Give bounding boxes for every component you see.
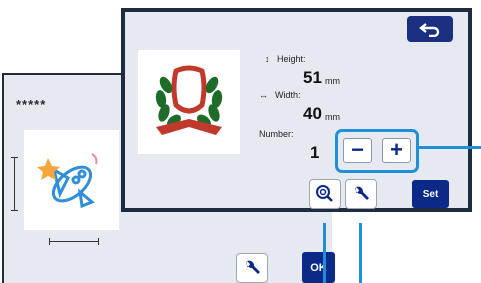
width-label: Width: [275, 90, 301, 100]
height-unit: mm [325, 76, 340, 86]
zoom-icon [316, 185, 333, 202]
settings-button[interactable] [345, 179, 377, 209]
height-label: Height: [277, 54, 306, 64]
set-button[interactable]: Set [412, 180, 449, 208]
width-unit: mm [325, 112, 340, 122]
number-label: Number: [259, 129, 294, 139]
height-value: 51 [303, 68, 322, 87]
laurel-crest-icon [155, 65, 223, 135]
height-dimension-indicator [11, 157, 18, 211]
wrench-icon [355, 186, 369, 200]
increase-button[interactable]: + [382, 138, 411, 163]
airplane-pattern-icon [37, 153, 98, 209]
callout-line-stepper [418, 146, 481, 149]
zoom-button[interactable] [309, 179, 341, 209]
callout-line-zoom [323, 223, 326, 283]
ok-button[interactable]: OK [302, 252, 335, 283]
number-stepper: − + [335, 129, 419, 173]
callout-line-settings [359, 223, 362, 283]
width-dimension-indicator [49, 238, 99, 245]
back-button[interactable] [407, 16, 453, 42]
airplane-design-preview[interactable] [24, 130, 119, 230]
masked-title: ***** [16, 97, 47, 112]
back-arrow-icon [419, 23, 440, 37]
decrease-button[interactable]: − [343, 138, 372, 163]
settings-button-back[interactable] [236, 253, 268, 283]
width-value: 40 [303, 104, 322, 123]
height-icon: ↕ [265, 54, 270, 64]
width-icon: ↔ [259, 90, 268, 100]
wrench-icon [246, 260, 260, 274]
edit-screen: ↕ Height: 51 mm ↔ Width: 40 mm Number: 1… [121, 8, 472, 212]
number-value: 1 [310, 143, 320, 162]
crest-design-preview [138, 50, 240, 154]
